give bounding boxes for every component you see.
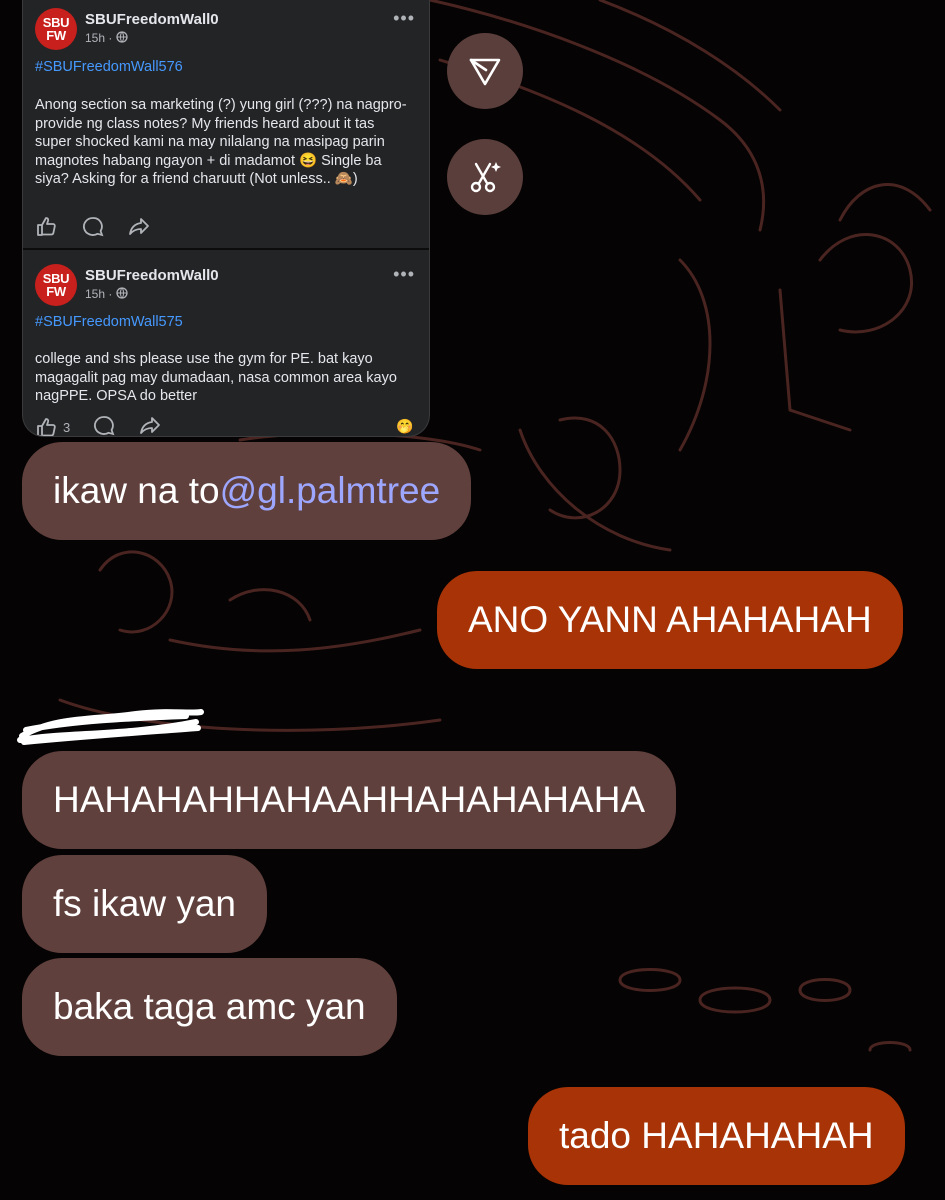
post-body: Anong section sa marketing (?) yung girl… bbox=[35, 97, 407, 187]
more-options-icon[interactable]: ••• bbox=[393, 264, 415, 285]
post-hashtag[interactable]: #SBUFreedomWall575 bbox=[35, 314, 183, 330]
message-text: ikaw na to bbox=[53, 470, 220, 511]
page-avatar[interactable]: SBU FW bbox=[35, 264, 77, 306]
post-body: college and shs please use the gym for P… bbox=[35, 351, 397, 404]
share-arrow-icon bbox=[469, 58, 501, 86]
post-meta: 15h · bbox=[85, 31, 128, 45]
reaction-emoji: 🤭 bbox=[396, 418, 414, 434]
post-hashtag[interactable]: #SBUFreedomWall576 bbox=[35, 59, 183, 75]
message-text: HAHAHAHHAHAAHHAHAHAHAHA bbox=[53, 779, 646, 820]
redacted-name-scribble bbox=[17, 709, 204, 745]
outgoing-message[interactable]: ANO YANN AHAHAHAH bbox=[437, 571, 903, 669]
like-button[interactable]: 3 bbox=[35, 416, 71, 436]
share-icon[interactable] bbox=[127, 215, 151, 242]
more-options-icon[interactable]: ••• bbox=[393, 8, 415, 29]
incoming-message[interactable]: fs ikaw yan bbox=[22, 855, 268, 953]
incoming-message[interactable]: HAHAHAHHAHAAHHAHAHAHAHA bbox=[22, 751, 677, 849]
comment-icon[interactable] bbox=[92, 414, 116, 436]
post-author[interactable]: SBUFreedomWall0 bbox=[85, 11, 219, 28]
comment-icon[interactable] bbox=[81, 215, 105, 242]
message-text: ANO YANN AHAHAHAH bbox=[468, 599, 872, 640]
globe-icon bbox=[116, 31, 128, 45]
post-time: 15h bbox=[85, 287, 106, 301]
post-meta: 15h · bbox=[85, 287, 128, 301]
shared-posts-card[interactable]: SBU FW SBUFreedomWall0 15h · ••• #SBUFre… bbox=[22, 0, 430, 437]
like-count: 3 bbox=[63, 420, 71, 435]
avatar-text-bottom: FW bbox=[46, 284, 66, 299]
page-avatar[interactable]: SBU FW bbox=[35, 8, 77, 50]
message-text: tado HAHAHAHAH bbox=[559, 1115, 874, 1156]
incoming-message[interactable]: baka taga amc yan bbox=[22, 958, 397, 1056]
post-actions: 3 bbox=[35, 414, 162, 436]
message-text: fs ikaw yan bbox=[53, 883, 237, 924]
post-author[interactable]: SBUFreedomWall0 bbox=[85, 267, 219, 284]
share-icon[interactable] bbox=[138, 414, 162, 436]
incoming-message[interactable]: ikaw na to @gl.palmtree bbox=[22, 442, 472, 540]
post-time: 15h bbox=[85, 31, 106, 45]
ai-scissors-icon bbox=[470, 162, 501, 193]
globe-icon bbox=[116, 287, 128, 301]
post-actions bbox=[35, 215, 151, 242]
like-icon[interactable] bbox=[35, 215, 59, 242]
forward-button[interactable] bbox=[447, 33, 523, 109]
like-icon bbox=[37, 417, 56, 436]
ai-edit-button[interactable] bbox=[447, 139, 523, 215]
outgoing-message[interactable]: tado HAHAHAHAH bbox=[528, 1087, 905, 1185]
shared-post[interactable]: SBU FW SBUFreedomWall0 15h · ••• #SBUFre… bbox=[23, 0, 429, 248]
shared-post[interactable]: SBU FW SBUFreedomWall0 15h · ••• #SBUFre… bbox=[23, 250, 429, 436]
avatar-text-bottom: FW bbox=[46, 28, 66, 43]
message-text: baka taga amc yan bbox=[53, 986, 366, 1027]
mention-link[interactable]: @gl.palmtree bbox=[220, 470, 441, 512]
